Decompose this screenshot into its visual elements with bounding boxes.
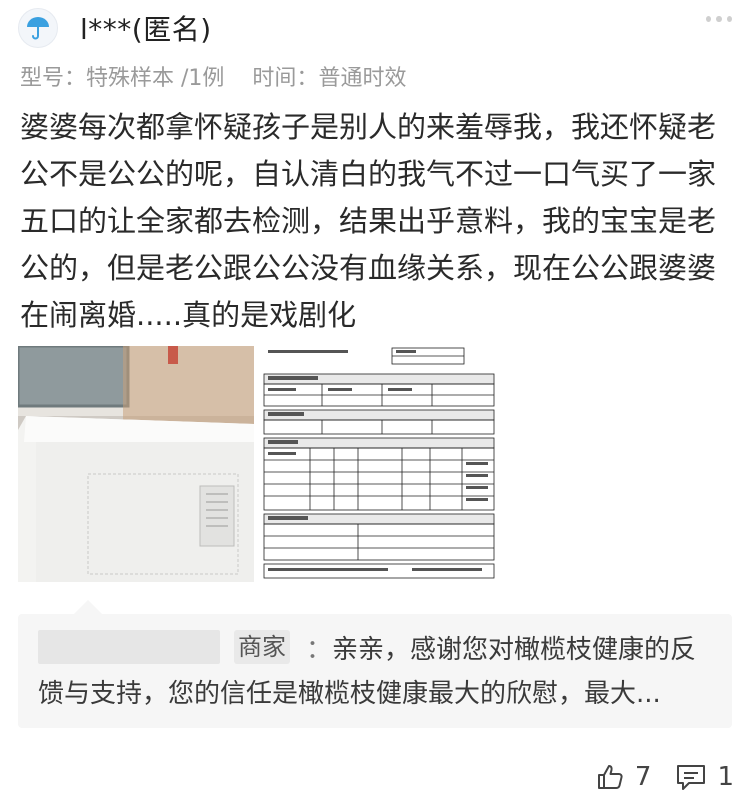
review-header: l***(匿名): [0, 0, 750, 55]
review-text: 婆婆每次都拿怀疑孩子是别人的来羞辱我，我还怀疑老公不是公公的呢，自认清白的我气不…: [20, 110, 717, 332]
umbrella-avatar-icon: [27, 17, 49, 40]
comment-icon: [677, 765, 706, 790]
form-photo[interactable]: [262, 346, 498, 582]
like-button[interactable]: 7: [595, 762, 652, 792]
username[interactable]: l***(匿名): [80, 8, 212, 48]
like-count: 7: [634, 762, 652, 792]
envelope-photo[interactable]: [18, 346, 254, 582]
reply-message: 亲亲，感谢您对橄榄枝健康的反馈与支持，您的信任是橄榄枝健康最大的欣慰，最大...: [38, 635, 697, 709]
thumbs-up-icon: [597, 765, 623, 789]
model-value: 特殊样本 /1例: [86, 66, 225, 91]
review-meta: 型号：特殊样本 /1例 时间：普通时效: [20, 60, 406, 92]
reply-caret: [74, 600, 102, 614]
time-value: 普通时效: [318, 66, 407, 91]
reply-colon: ：: [306, 635, 333, 665]
time-label: 时间：: [252, 66, 319, 91]
more-dots-icon[interactable]: [706, 16, 732, 26]
review-actions: 7 1: [595, 760, 734, 794]
comment-button[interactable]: 1: [675, 762, 734, 792]
merchant-reply[interactable]: 商家 ：亲亲，感谢您对橄榄枝健康的反馈与支持，您的信任是橄榄枝健康最大的欣慰，最…: [18, 614, 732, 728]
comment-count: 1: [717, 762, 734, 792]
avatar[interactable]: [18, 8, 58, 48]
reply-text: ：亲亲，感谢您对橄榄枝健康的反馈与支持，您的信任是橄榄枝健康最大的欣慰，最大..…: [38, 628, 718, 718]
review-photos: [18, 346, 498, 582]
model-label: 型号：: [20, 66, 87, 91]
